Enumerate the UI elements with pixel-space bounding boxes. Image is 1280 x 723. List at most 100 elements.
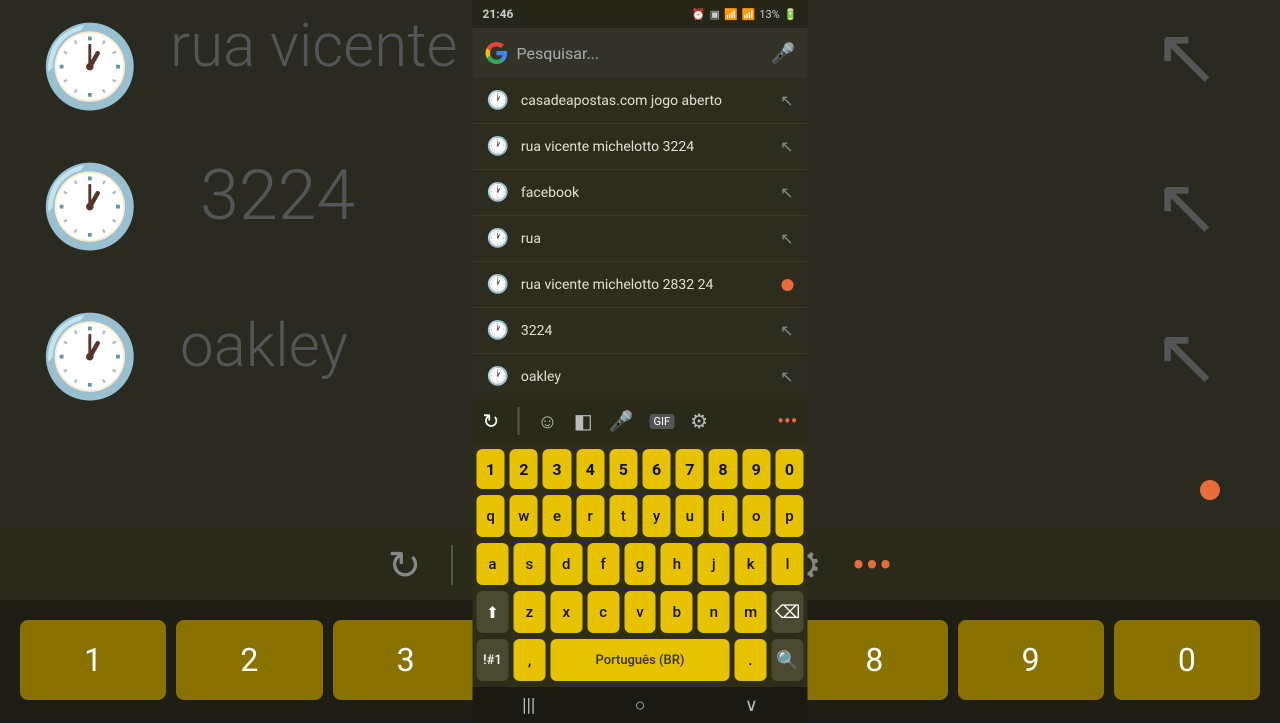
history-icon-2: 🕐	[487, 136, 509, 157]
key-7[interactable]: 7	[676, 449, 704, 489]
key-z[interactable]: z	[513, 591, 545, 633]
bg-key-1: 1	[20, 620, 166, 700]
key-comma[interactable]: ,	[514, 639, 546, 681]
key-6[interactable]: 6	[643, 449, 671, 489]
suggestion-item-7[interactable]: 🕐 oakley ↖	[473, 354, 808, 399]
key-0[interactable]: 0	[775, 449, 803, 489]
key-h[interactable]: h	[661, 543, 693, 585]
kb-row-numbers: 1 2 3 4 5 6 7 8 9 0	[477, 449, 804, 489]
key-a[interactable]: a	[477, 543, 509, 585]
bg-key-3: 3	[333, 620, 479, 700]
kb-icon-gif[interactable]: GIF	[650, 414, 675, 429]
history-icon-6: 🕐	[487, 320, 509, 341]
kb-row-bottom: !#1 , Português (BR) . 🔍	[477, 639, 804, 681]
bg-key-0: 0	[1114, 620, 1260, 700]
kb-icon-gear[interactable]: ⚙	[690, 409, 708, 433]
key-t[interactable]: t	[609, 495, 637, 537]
key-3[interactable]: 3	[543, 449, 571, 489]
key-1[interactable]: 1	[476, 449, 504, 489]
bg-clock-1: 🕐	[40, 20, 140, 114]
key-v[interactable]: v	[624, 591, 656, 633]
key-m[interactable]: m	[735, 591, 767, 633]
key-n[interactable]: n	[698, 591, 730, 633]
alarm-icon: ⏰	[692, 8, 706, 21]
arrow-icon-1: ↖	[780, 91, 793, 110]
kb-icon-refresh[interactable]: ↻	[483, 409, 500, 433]
keyboard-toolbar: ↻ ☺ ◧ 🎤 GIF ⚙ •••	[473, 399, 808, 443]
key-special[interactable]: !#1	[477, 639, 509, 681]
key-period[interactable]: .	[735, 639, 767, 681]
key-u[interactable]: u	[676, 495, 704, 537]
bg-clock-2: 🕐	[40, 160, 140, 254]
search-placeholder[interactable]: Pesquisar...	[517, 44, 763, 63]
search-bar[interactable]: Pesquisar... 🎤	[473, 28, 808, 78]
key-y[interactable]: y	[643, 495, 671, 537]
screen-record-icon: ▣	[710, 8, 720, 21]
bg-clock-3: 🕐	[40, 310, 140, 404]
kb-icon-more[interactable]: •••	[777, 409, 797, 433]
key-x[interactable]: x	[550, 591, 582, 633]
orange-dot-indicator	[782, 279, 794, 291]
history-icon-7: 🕐	[487, 366, 509, 387]
arrow-icon-6: ↖	[780, 321, 793, 340]
key-space[interactable]: Português (BR)	[551, 639, 730, 681]
key-k[interactable]: k	[735, 543, 767, 585]
status-bar: 21:46 ⏰ ▣ 📶 📶 13% 🔋	[473, 0, 808, 28]
nav-back-icon[interactable]: |||	[522, 695, 535, 716]
key-2[interactable]: 2	[510, 449, 538, 489]
suggestion-item-2[interactable]: 🕐 rua vicente michelotto 3224 ↖	[473, 124, 808, 170]
nav-recent-icon[interactable]: ∨	[745, 695, 758, 716]
bg-key-8: 8	[801, 620, 947, 700]
suggestion-text-1: casadeapostas.com jogo aberto	[521, 93, 768, 109]
bg-key-2: 2	[176, 620, 322, 700]
arrow-icon-3: ↖	[780, 183, 793, 202]
key-l[interactable]: l	[772, 543, 804, 585]
key-shift[interactable]: ⬆	[477, 591, 509, 633]
key-backspace[interactable]: ⌫	[772, 591, 804, 633]
arrow-icon-7: ↖	[780, 367, 793, 386]
key-w[interactable]: w	[510, 495, 538, 537]
key-j[interactable]: j	[698, 543, 730, 585]
google-logo	[485, 41, 509, 65]
history-icon-5: 🕐	[487, 274, 509, 295]
key-f[interactable]: f	[587, 543, 619, 585]
key-g[interactable]: g	[624, 543, 656, 585]
suggestion-text-6: 3224	[521, 323, 768, 339]
key-8[interactable]: 8	[709, 449, 737, 489]
kb-icon-mic[interactable]: 🎤	[609, 409, 634, 433]
key-9[interactable]: 9	[742, 449, 770, 489]
key-c[interactable]: c	[587, 591, 619, 633]
nav-bar: ||| ○ ∨	[473, 687, 808, 723]
key-o[interactable]: o	[742, 495, 770, 537]
suggestion-item-3[interactable]: 🕐 facebook ↖	[473, 170, 808, 216]
suggestion-text-7: oakley	[521, 369, 768, 385]
key-b[interactable]: b	[661, 591, 693, 633]
key-d[interactable]: d	[550, 543, 582, 585]
keyboard: 1 2 3 4 5 6 7 8 9 0 q w e r t y u i o p …	[473, 443, 808, 687]
mic-icon[interactable]: 🎤	[771, 41, 796, 65]
key-search[interactable]: 🔍	[772, 639, 804, 681]
kb-row-zxcv: ⬆ z x c v b n m ⌫	[477, 591, 804, 633]
bg-text-oakley: oakley	[180, 310, 348, 381]
key-i[interactable]: i	[709, 495, 737, 537]
key-5[interactable]: 5	[609, 449, 637, 489]
key-q[interactable]: q	[476, 495, 504, 537]
nav-home-icon[interactable]: ○	[635, 695, 646, 716]
bg-text-3224: 3224	[200, 155, 355, 237]
kb-icon-emoji[interactable]: ☺	[537, 409, 557, 434]
suggestion-item-1[interactable]: 🕐 casadeapostas.com jogo aberto ↖	[473, 78, 808, 124]
wifi-icon: 📶	[724, 8, 738, 21]
key-s[interactable]: s	[513, 543, 545, 585]
phone-frame: 21:46 ⏰ ▣ 📶 📶 13% 🔋 Pesquisar... 🎤 🕐 cas…	[473, 0, 808, 720]
key-r[interactable]: r	[576, 495, 604, 537]
key-p[interactable]: p	[775, 495, 803, 537]
kb-icon-sticker[interactable]: ◧	[574, 409, 593, 433]
suggestion-item-6[interactable]: 🕐 3224 ↖	[473, 308, 808, 354]
suggestion-item-4[interactable]: 🕐 rua ↖	[473, 216, 808, 262]
suggestion-item-5[interactable]: 🕐 rua vicente michelotto 2832 24	[473, 262, 808, 308]
key-4[interactable]: 4	[576, 449, 604, 489]
bg-icon-more: •••	[852, 542, 893, 589]
key-e[interactable]: e	[543, 495, 571, 537]
signal-icon: 📶	[742, 8, 756, 21]
battery-icon: 🔋	[784, 8, 798, 21]
